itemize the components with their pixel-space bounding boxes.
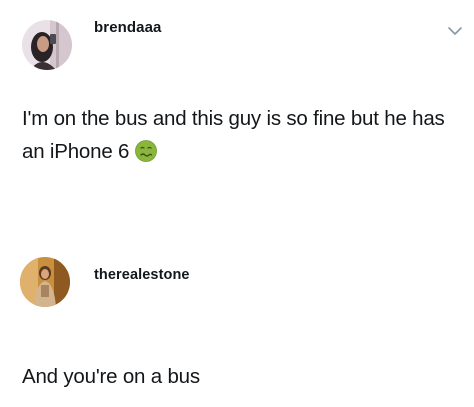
username[interactable]: therealestone: [94, 267, 190, 283]
nauseated-face-icon: [135, 140, 158, 162]
post-text: I'm on the bus and this guy is so fine b…: [22, 102, 462, 168]
avatar-photo-icon: [20, 257, 70, 307]
post-therealestone: therealestone And you're on a bus: [0, 240, 474, 407]
avatar[interactable]: [22, 20, 72, 70]
chevron-down-icon[interactable]: [448, 26, 462, 36]
post-brendaaa: brendaaa I'm on the bus and this guy is …: [0, 0, 474, 215]
avatar[interactable]: [20, 257, 70, 307]
post-text: And you're on a bus: [22, 360, 462, 393]
post-text-content: And you're on a bus: [22, 365, 200, 388]
avatar-photo-icon: [22, 20, 72, 70]
post-text-content: I'm on the bus and this guy is so fine b…: [22, 107, 445, 163]
username[interactable]: brendaaa: [94, 19, 162, 36]
